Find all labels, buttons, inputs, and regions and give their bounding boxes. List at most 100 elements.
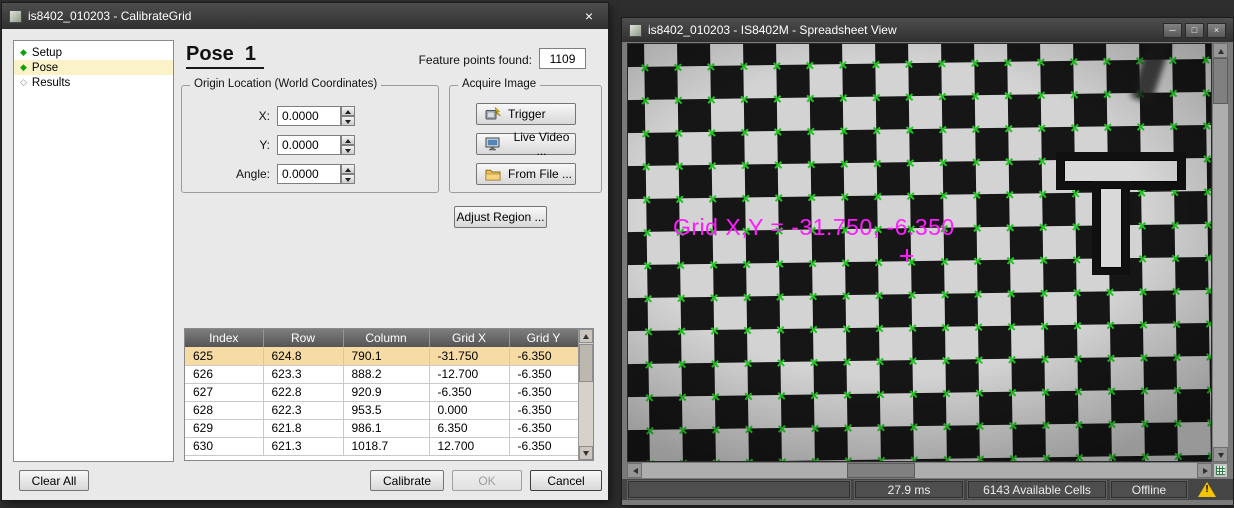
- spin-down-icon[interactable]: [341, 116, 355, 126]
- spin-up-icon[interactable]: [341, 135, 355, 145]
- feature-point-marker: [711, 392, 720, 401]
- feature-point-marker: [1107, 386, 1116, 395]
- table-cell: 12.700: [429, 437, 509, 455]
- table-scrollbar[interactable]: [578, 329, 593, 460]
- table-cell: -6.350: [509, 419, 578, 437]
- scroll-up-icon[interactable]: [579, 329, 593, 343]
- scroll-left-icon[interactable]: [627, 463, 642, 478]
- table-cell: 624.8: [263, 347, 343, 365]
- feature-point-marker: [1108, 452, 1117, 461]
- feature-point-marker: [905, 92, 914, 101]
- table-row[interactable]: 629621.8986.16.350-6.350: [185, 419, 578, 437]
- adjust-region-button[interactable]: Adjust Region ...: [454, 206, 547, 228]
- table-column-header[interactable]: Grid Y: [509, 329, 578, 347]
- feature-point-marker: [740, 94, 749, 103]
- minimize-icon[interactable]: ─: [1163, 23, 1182, 38]
- feature-point-marker: [974, 289, 983, 298]
- angle-input[interactable]: [277, 164, 341, 184]
- horizontal-scrollbar[interactable]: [627, 463, 1212, 478]
- feature-point-marker: [741, 160, 750, 169]
- scroll-thumb[interactable]: [1213, 58, 1228, 104]
- feature-point-marker: [774, 160, 783, 169]
- feature-point-marker: [772, 61, 781, 70]
- feature-point-marker: [942, 389, 951, 398]
- clear-all-button[interactable]: Clear All: [19, 470, 89, 491]
- feature-point-marker: [1070, 90, 1079, 99]
- camera-image-view[interactable]: Grid X,Y = -31.750, -6.350: [627, 43, 1212, 462]
- feature-point-marker: [1072, 222, 1081, 231]
- feature-point-marker: [1139, 353, 1148, 362]
- spin-down-icon[interactable]: [341, 145, 355, 155]
- vertical-scrollbar[interactable]: [1213, 43, 1228, 462]
- table-cell: 630: [185, 437, 263, 455]
- feature-point-marker: [1205, 352, 1212, 361]
- feature-point-marker: [811, 456, 820, 462]
- close-icon[interactable]: ×: [1207, 23, 1226, 38]
- table-row[interactable]: 630621.31018.712.700-6.350: [185, 437, 578, 455]
- feature-point-marker: [708, 161, 717, 170]
- feature-point-marker: [1171, 253, 1180, 262]
- feature-point-marker: [1203, 187, 1212, 196]
- feature-point-marker: [645, 393, 654, 402]
- scroll-thumb[interactable]: [847, 463, 915, 478]
- trigger-button[interactable]: Trigger: [476, 103, 576, 125]
- scroll-right-icon[interactable]: [1197, 463, 1212, 478]
- scroll-down-icon[interactable]: [1213, 447, 1228, 462]
- grid-icon: [1216, 466, 1225, 475]
- sidebar-item-pose[interactable]: ◆ Pose: [14, 60, 173, 75]
- table-row[interactable]: 628622.3953.50.000-6.350: [185, 401, 578, 419]
- live-video-button[interactable]: Live Video ...: [476, 133, 576, 155]
- maximize-icon[interactable]: □: [1185, 23, 1204, 38]
- calibrate-button[interactable]: Calibrate: [370, 470, 444, 491]
- feature-point-marker: [972, 190, 981, 199]
- sidebar-item-setup[interactable]: ◆ Setup: [14, 45, 173, 60]
- warning-icon[interactable]: !: [1196, 481, 1218, 498]
- sidebar-item-label: Pose: [32, 62, 58, 74]
- table-row[interactable]: 627622.8920.9-6.350-6.350: [185, 383, 578, 401]
- feature-point-marker: [773, 94, 782, 103]
- feature-point-marker: [909, 389, 918, 398]
- folder-icon: [485, 168, 501, 181]
- feature-point-marker: [743, 358, 752, 367]
- y-input[interactable]: [277, 135, 341, 155]
- feature-point-marker: [1136, 122, 1145, 131]
- table-row[interactable]: 625624.8790.1-31.750-6.350: [185, 347, 578, 365]
- cancel-button[interactable]: Cancel: [530, 470, 602, 491]
- spin-down-icon[interactable]: [341, 174, 355, 184]
- table-column-header[interactable]: Column: [343, 329, 429, 347]
- spreadsheet-titlebar[interactable]: is8402_010203 - IS8402M - Spreadsheet Vi…: [622, 18, 1233, 42]
- ok-button[interactable]: OK: [452, 470, 522, 491]
- spreadsheet-body: Grid X,Y = -31.750, -6.350 27.9 ms 6143 …: [622, 42, 1233, 505]
- table-cell: -6.350: [429, 383, 509, 401]
- table-cell: -6.350: [509, 401, 578, 419]
- feature-point-marker: [910, 455, 919, 462]
- spreadsheet-toggle-button[interactable]: [1213, 463, 1228, 478]
- button-label: Cancel: [547, 474, 584, 488]
- feature-point-marker: [843, 423, 852, 432]
- feature-point-marker: [1004, 124, 1013, 133]
- table-column-header[interactable]: Index: [185, 329, 263, 347]
- table-row[interactable]: 626623.3888.2-12.700-6.350: [185, 365, 578, 383]
- feature-point-marker: [1106, 353, 1115, 362]
- scroll-down-icon[interactable]: [579, 446, 593, 460]
- angle-field: [277, 164, 355, 184]
- feature-point-marker: [872, 93, 881, 102]
- feature-point-marker: [644, 294, 653, 303]
- table-column-header[interactable]: Row: [263, 329, 343, 347]
- calibrategrid-titlebar[interactable]: is8402_010203 - CalibrateGrid ×: [2, 3, 608, 29]
- from-file-button[interactable]: From File ...: [476, 163, 576, 185]
- feature-point-marker: [1174, 451, 1183, 460]
- feature-point-marker: [844, 456, 853, 462]
- feature-point-marker: [1140, 419, 1149, 428]
- sidebar-item-results[interactable]: ◇ Results: [14, 75, 173, 90]
- x-input[interactable]: [277, 106, 341, 126]
- scroll-thumb[interactable]: [579, 344, 593, 382]
- feature-point-marker: [871, 60, 880, 69]
- scroll-up-icon[interactable]: [1213, 43, 1228, 58]
- spin-up-icon[interactable]: [341, 106, 355, 116]
- close-icon[interactable]: ×: [577, 8, 601, 24]
- feature-point-marker: [807, 159, 816, 168]
- spin-up-icon[interactable]: [341, 164, 355, 174]
- table-column-header[interactable]: Grid X: [429, 329, 509, 347]
- table-cell: 6.350: [429, 419, 509, 437]
